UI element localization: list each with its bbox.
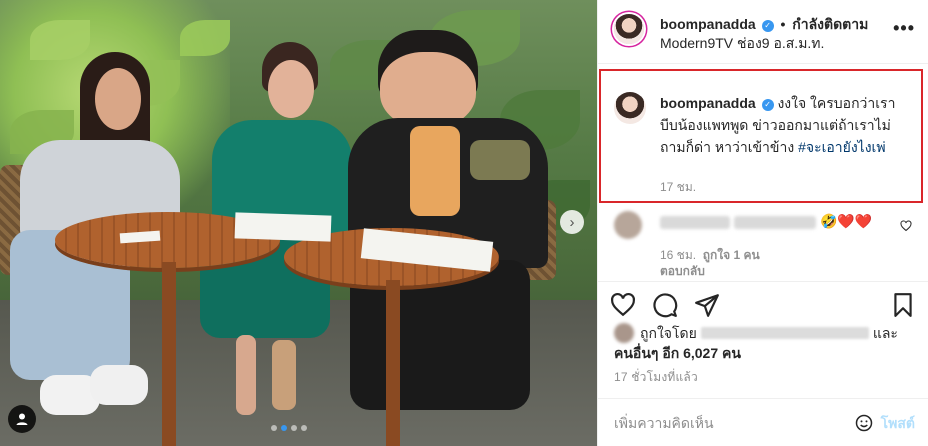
comment-text-blurred <box>734 216 816 229</box>
likes-others-count[interactable]: คนอื่นๆ อีก 6,027 คน <box>614 345 741 361</box>
likes-and: และ <box>872 325 898 341</box>
reply-button[interactable]: ตอบกลับ <box>660 262 705 281</box>
liker-username-blurred[interactable] <box>700 327 869 339</box>
caption-time[interactable]: 17 ชม. <box>660 178 696 197</box>
comment-emojis: 🤣❤️❤️ <box>820 213 873 229</box>
post-timestamp[interactable]: 17 ชั่วโมงที่แล้ว <box>614 368 698 387</box>
caption-avatar[interactable] <box>614 92 646 124</box>
chevron-right-icon[interactable]: › <box>560 210 584 234</box>
comment-icon[interactable] <box>652 292 678 318</box>
caption-username[interactable]: boompanadda <box>660 95 756 111</box>
carousel-dot-active <box>281 425 287 431</box>
post-photo[interactable]: › <box>0 0 597 446</box>
script-paper <box>234 212 332 242</box>
heart-icon[interactable] <box>610 292 636 318</box>
commenter-avatar[interactable] <box>614 211 642 239</box>
following-button[interactable]: กำลังติดตาม <box>792 16 868 32</box>
post-button[interactable]: โพสต์ <box>881 413 915 435</box>
add-comment-bar: โพสต์ <box>598 398 928 446</box>
comment-input[interactable] <box>614 413 844 433</box>
likes-summary: ถูกใจโดย และ คนอื่นๆ อีก 6,027 คน <box>614 323 914 363</box>
table-leg <box>162 262 176 446</box>
header-username[interactable]: boompanadda <box>660 16 756 32</box>
share-icon[interactable] <box>694 292 720 318</box>
post-sidebar: boompanadda ✓ • กำลังติดตาม Modern9TV ช่… <box>597 0 928 446</box>
caption-text: boompanadda ✓ งงใจ ใครบอกว่าเราบีบน้องแพ… <box>660 92 908 158</box>
post-header: boompanadda ✓ • กำลังติดตาม Modern9TV ช่… <box>598 0 928 64</box>
liked-by-label: ถูกใจโดย <box>640 325 697 341</box>
avatar[interactable] <box>614 14 644 44</box>
carousel-dot <box>291 425 297 431</box>
more-horizontal-icon[interactable]: ••• <box>893 18 915 39</box>
leaf-decoration <box>180 20 230 56</box>
leaf-decoration <box>30 20 90 60</box>
comment-likes[interactable]: ถูกใจ 1 คน <box>703 248 760 262</box>
user-tag-icon[interactable] <box>8 405 36 433</box>
commenter-username-blurred[interactable] <box>660 216 730 229</box>
comment-time[interactable]: 16 ชม. <box>660 248 696 262</box>
bookmark-icon[interactable] <box>890 292 916 318</box>
carousel-dot <box>301 425 307 431</box>
emoji-picker-icon[interactable] <box>854 413 874 433</box>
caption-hashtag[interactable]: #จะเอายังไงเพ่ <box>798 139 886 155</box>
location-link[interactable]: Modern9TV ช่อง9 อ.ส.ม.ท. <box>660 33 824 55</box>
heart-outline-icon[interactable] <box>900 220 912 232</box>
header-separator: • <box>780 16 786 32</box>
carousel-dot <box>271 425 277 431</box>
verified-badge-icon: ✓ <box>761 20 774 32</box>
post-action-bar <box>598 281 928 325</box>
verified-badge-icon: ✓ <box>761 99 774 111</box>
carousel-indicator <box>271 425 307 431</box>
liker-avatar[interactable] <box>614 323 634 343</box>
table-leg <box>386 280 400 446</box>
